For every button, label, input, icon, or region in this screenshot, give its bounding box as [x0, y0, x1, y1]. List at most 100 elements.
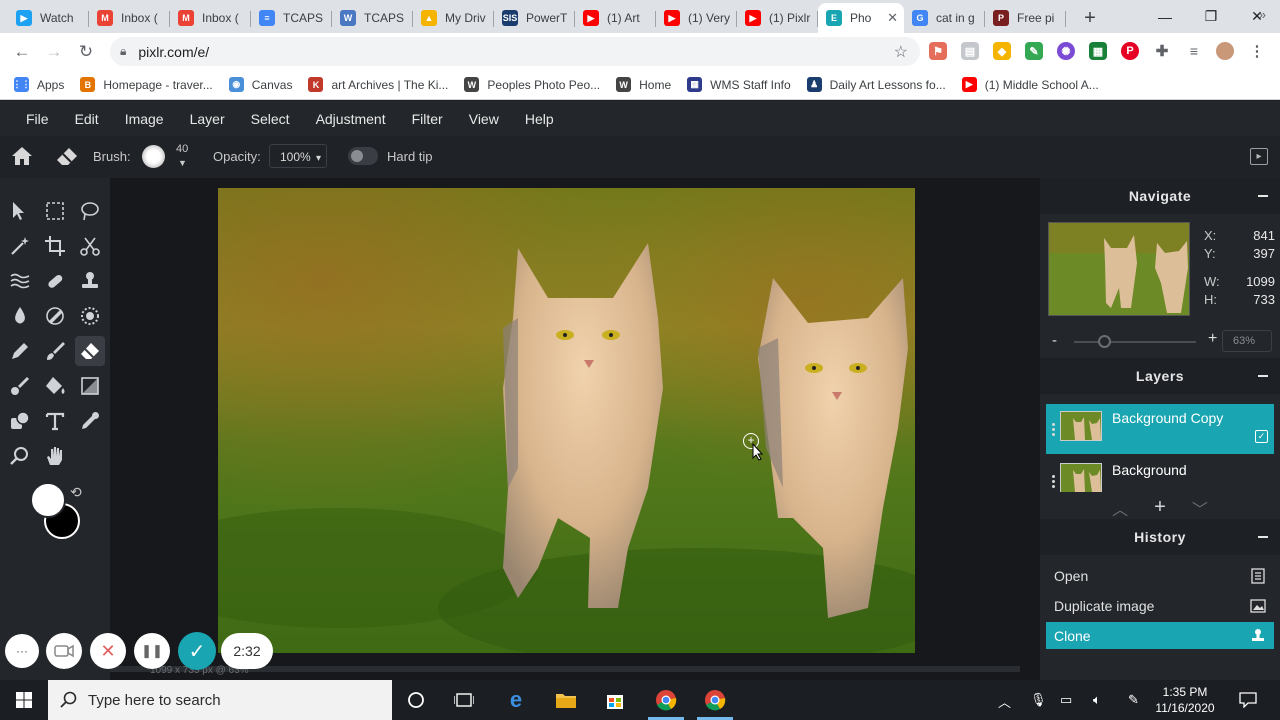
brush-size-value[interactable]: 40 — [176, 143, 188, 155]
menu-filter[interactable]: Filter — [412, 111, 443, 127]
eraser-tool-icon[interactable] — [75, 336, 105, 366]
drag-handle-icon[interactable] — [1046, 456, 1060, 492]
restore-button[interactable]: ❐ — [1188, 0, 1234, 33]
zoom-slider[interactable] — [1074, 341, 1196, 343]
recorder-pause-button[interactable]: ❚❚ — [134, 633, 170, 669]
tab[interactable]: M Inbox ( — [89, 3, 170, 33]
reading-list-icon[interactable]: ≡ — [1185, 42, 1203, 60]
tab[interactable]: Gcat in g — [904, 3, 985, 33]
swap-colors-icon[interactable]: ⟲ — [70, 484, 82, 501]
history-header[interactable]: History — [1040, 519, 1280, 555]
recorder-more-button[interactable]: ··· — [5, 634, 39, 668]
hand-tool-icon[interactable] — [40, 441, 70, 471]
tab[interactable]: ▶ (1) Art — [575, 3, 656, 33]
pencil-tool-icon[interactable] — [5, 336, 35, 366]
history-item[interactable]: Open — [1046, 562, 1274, 589]
pen-icon[interactable]: ✎ — [1128, 692, 1139, 708]
navigate-header[interactable]: Navigate — [1040, 178, 1280, 214]
layers-header[interactable]: Layers — [1040, 358, 1280, 394]
bookmark-item[interactable]: ◉ Canvas — [228, 77, 292, 92]
show-hidden-icons-icon[interactable]: ︿ — [998, 692, 1011, 711]
cortana-icon[interactable] — [404, 688, 428, 712]
tab[interactable]: ▲ My Driv — [413, 3, 494, 33]
profile-avatar[interactable] — [1216, 42, 1234, 60]
tab-active[interactable]: E Pho ✕ — [818, 3, 904, 33]
crop-tool-icon[interactable] — [40, 231, 70, 261]
minimize-section-icon[interactable] — [1258, 536, 1268, 538]
bookmark-item[interactable]: ♟ Daily Art Lessons fo... — [806, 77, 946, 92]
zoom-level-field[interactable]: 63% — [1222, 330, 1272, 352]
chrome-icon[interactable] — [654, 688, 678, 712]
recorder-camera-button[interactable] — [46, 633, 82, 669]
back-icon[interactable]: ← — [6, 36, 38, 68]
drag-handle-icon[interactable] — [1046, 404, 1060, 454]
extensions-puzzle-icon[interactable]: ✚ — [1153, 42, 1171, 60]
minimize-section-icon[interactable] — [1258, 375, 1268, 377]
magic-wand-tool-icon[interactable] — [5, 231, 35, 261]
heal-tool-icon[interactable] — [40, 266, 70, 296]
bookmark-star-icon[interactable]: ☆ — [894, 42, 908, 62]
zoom-slider-handle[interactable] — [1098, 335, 1111, 348]
pinterest-icon[interactable]: P — [1121, 42, 1139, 60]
chrome-icon[interactable] — [703, 688, 727, 712]
menu-help[interactable]: Help — [525, 111, 554, 127]
lasso-tool-icon[interactable] — [75, 196, 105, 226]
hard-tip-toggle[interactable] — [348, 147, 378, 165]
new-tab-button[interactable]: + — [1076, 3, 1104, 33]
tab[interactable]: ≡ TCAPS — [251, 3, 332, 33]
chrome-menu-icon[interactable]: ⋮ — [1248, 42, 1266, 60]
marquee-tool-icon[interactable] — [40, 196, 70, 226]
menu-view[interactable]: View — [469, 111, 499, 127]
taskbar-clock[interactable]: 1:35 PM 11/16/2020 — [1150, 684, 1220, 716]
recorder-cancel-button[interactable]: ✕ — [90, 633, 126, 669]
collapse-panel-icon[interactable]: ▸ — [1250, 148, 1268, 165]
menu-image[interactable]: Image — [125, 111, 164, 127]
chevron-down-icon[interactable]: ▼ — [178, 158, 187, 168]
store-icon[interactable] — [603, 688, 627, 712]
task-view-icon[interactable] — [452, 688, 476, 712]
move-layer-up-icon[interactable]: ︿ — [1112, 496, 1128, 520]
zoom-out-button[interactable]: - — [1052, 332, 1057, 349]
tab[interactable]: P Free pi — [985, 3, 1066, 33]
microphone-icon[interactable]: 🎙︎ — [1030, 692, 1047, 708]
bookmarks-overflow-icon[interactable]: » — [1259, 7, 1266, 22]
eyedropper-tool-icon[interactable] — [75, 406, 105, 436]
tab[interactable]: ▶ Watch — [8, 3, 89, 33]
brush-tool-icon[interactable] — [40, 336, 70, 366]
minimize-button[interactable]: — — [1142, 0, 1188, 33]
drop-tool-icon[interactable] — [5, 301, 35, 331]
clone-stamp-tool-icon[interactable] — [75, 266, 105, 296]
canvas-image[interactable]: + — [218, 188, 915, 653]
bookmark-item[interactable]: B Homepage - traver... — [80, 77, 213, 92]
battery-icon[interactable]: ▭ — [1060, 692, 1072, 708]
tab[interactable]: ▶ (1) Pixlr — [737, 3, 818, 33]
tab[interactable]: M Inbox ( — [170, 3, 251, 33]
tab[interactable]: ▶ (1) Very — [656, 3, 737, 33]
reload-icon[interactable]: ↻ — [70, 36, 102, 68]
extension-icon[interactable]: ⚑ — [929, 42, 947, 60]
navigator-thumbnail[interactable] — [1048, 222, 1190, 316]
move-layer-down-icon[interactable]: ﹀ — [1192, 496, 1208, 520]
arrange-tool-icon[interactable] — [5, 196, 35, 226]
recorder-done-button[interactable]: ✓ — [178, 632, 216, 670]
bookmark-item[interactable]: W Home — [616, 77, 671, 92]
gradient-tool-icon[interactable] — [75, 371, 105, 401]
taskbar-search-box[interactable]: Type here to search — [48, 680, 392, 720]
bookmark-item[interactable]: ▶ (1) Middle School A... — [961, 77, 1099, 92]
close-tab-icon[interactable]: ✕ — [887, 10, 898, 26]
extension-icon[interactable]: ✺ — [1057, 42, 1075, 60]
address-bar[interactable]: 🔒︎ pixlr.com/e/ ☆ — [110, 37, 920, 66]
menu-layer[interactable]: Layer — [190, 111, 225, 127]
sponge-tool-icon[interactable] — [75, 301, 105, 331]
text-tool-icon[interactable] — [40, 406, 70, 436]
add-layer-button[interactable]: + — [1154, 496, 1166, 520]
opacity-dropdown[interactable]: 100% ▾ — [269, 144, 327, 168]
canvas-workspace[interactable]: + 1099 x 733 px @ 63% — [110, 178, 1040, 680]
menu-file[interactable]: File — [26, 111, 49, 127]
tab[interactable]: W TCAPS — [332, 3, 413, 33]
bookmark-item[interactable]: W Peoples Photo Peo... — [464, 77, 600, 92]
home-icon[interactable] — [11, 146, 33, 169]
extension-icon[interactable]: ✎ — [1025, 42, 1043, 60]
layer-row[interactable]: Background — [1046, 456, 1274, 492]
layer-row[interactable]: Background Copy ✓ — [1046, 404, 1274, 454]
